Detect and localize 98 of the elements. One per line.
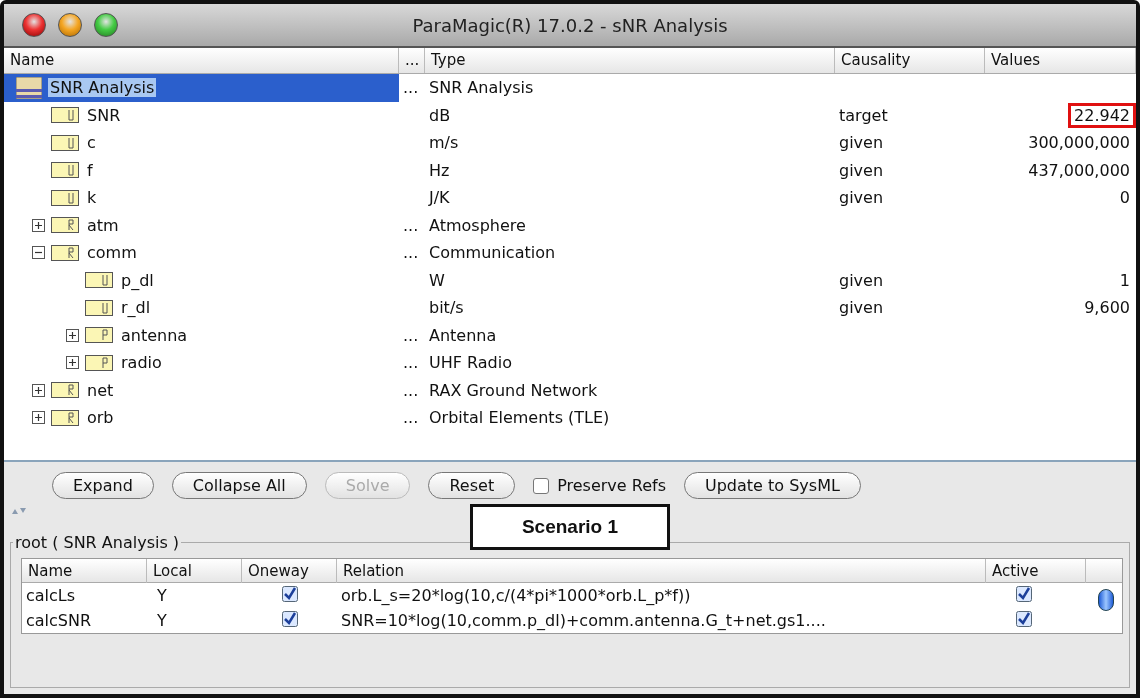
table-icon xyxy=(16,76,42,99)
column-header[interactable]: Causality xyxy=(835,48,985,73)
type-text: Hz xyxy=(428,160,451,180)
toolbar-button[interactable]: Expand xyxy=(52,472,154,499)
type-text: bit/s xyxy=(428,298,465,318)
column-header[interactable]: Oneway xyxy=(242,559,337,583)
callout-label: Scenario 1 xyxy=(470,504,670,550)
tree-item[interactable]: k xyxy=(85,188,99,208)
expand-icon[interactable] xyxy=(32,383,45,397)
checkbox[interactable] xyxy=(281,585,298,602)
type-text: dB xyxy=(428,105,452,125)
collapse-icon[interactable] xyxy=(32,246,45,260)
more-marker: ... xyxy=(402,243,420,263)
value-icon xyxy=(51,107,79,124)
causality-text: target xyxy=(838,105,889,125)
column-header[interactable]: Name xyxy=(4,48,399,73)
value-icon xyxy=(85,299,113,316)
table-cell-text: SNR=10*log(10,comm.p_dl)+comm.antenna.G_t+net.gs1.... xyxy=(340,611,827,630)
checkbox[interactable] xyxy=(281,610,298,627)
tree-item[interactable]: p_dl xyxy=(119,270,156,290)
causality-text: given xyxy=(838,160,885,180)
type-text: W xyxy=(428,270,446,290)
type-text: J/K xyxy=(427,188,451,208)
table-cell-text: Y xyxy=(156,611,168,630)
table-cell-text: calcLs xyxy=(25,586,77,605)
table-cell-text: Y xyxy=(156,586,168,605)
column-header[interactable]: Type xyxy=(425,48,835,73)
type-text: Communication xyxy=(428,243,557,263)
expand-icon[interactable] xyxy=(66,328,79,342)
type-text: SNR Analysis xyxy=(428,78,535,98)
update-button[interactable]: Update to SysML xyxy=(684,472,861,499)
more-marker: ... xyxy=(402,408,420,428)
block-icon xyxy=(51,409,79,426)
tree-item[interactable]: comm xyxy=(85,243,139,263)
more-marker: ... xyxy=(402,215,420,235)
window-title: ParaMagic(R) 17.0.2 - sNR Analysis xyxy=(412,14,728,36)
type-text: Antenna xyxy=(428,325,498,345)
value-text: 0 xyxy=(1118,187,1131,210)
column-header[interactable]: Local xyxy=(147,559,242,583)
tree-item[interactable]: atm xyxy=(85,215,121,235)
value-icon xyxy=(51,162,79,179)
highlighted-value: 22.942 xyxy=(1068,102,1136,128)
value-text: 1 xyxy=(1118,269,1131,292)
column-header[interactable]: ... xyxy=(399,48,425,73)
column-header[interactable]: Name xyxy=(22,559,147,583)
tree-item[interactable]: net xyxy=(85,380,116,400)
group-legend: root ( SNR Analysis ) xyxy=(13,533,182,552)
tree-item[interactable]: radio xyxy=(119,353,164,373)
type-text: UHF Radio xyxy=(428,353,513,373)
value-text: 300,000,000 xyxy=(1027,132,1131,155)
more-marker: ... xyxy=(402,78,420,98)
checkbox[interactable] xyxy=(1016,610,1032,627)
causality-text: given xyxy=(838,270,885,290)
table-cell-text: calcSNR xyxy=(25,611,93,630)
value-text: 9,600 xyxy=(1083,297,1131,320)
minimize-button[interactable] xyxy=(58,13,82,37)
more-marker: ... xyxy=(402,325,420,345)
type-text: m/s xyxy=(428,133,460,153)
tree-item[interactable]: orb xyxy=(85,408,116,428)
tree-item[interactable]: antenna xyxy=(119,325,190,345)
tree-item[interactable]: SNR Analysis xyxy=(48,78,157,98)
type-text: Atmosphere xyxy=(428,215,527,235)
checkbox[interactable] xyxy=(533,477,550,494)
column-header[interactable]: Active xyxy=(986,559,1086,583)
part-icon xyxy=(85,354,113,371)
tree-item[interactable]: c xyxy=(85,133,98,153)
type-text: RAX Ground Network xyxy=(428,380,599,400)
causality-text: given xyxy=(838,188,885,208)
zoom-button[interactable] xyxy=(94,13,118,37)
tree-item[interactable]: r_dl xyxy=(119,298,153,318)
tree-item[interactable]: f xyxy=(85,160,95,180)
toolbar-button[interactable]: Reset xyxy=(428,472,516,499)
table-cell-text: orb.L_s=20*log(10,c/(4*pi*1000*orb.L_p*f)) xyxy=(340,586,692,605)
type-text: Orbital Elements (TLE) xyxy=(428,408,611,428)
more-marker: ... xyxy=(402,380,420,400)
scrollbar-thumb[interactable] xyxy=(1098,589,1114,611)
column-header[interactable]: Relation xyxy=(337,559,986,583)
block-icon xyxy=(51,217,79,234)
value-icon xyxy=(51,134,79,151)
more-marker: ... xyxy=(402,353,420,373)
expand-icon[interactable] xyxy=(32,411,45,425)
expand-icon[interactable] xyxy=(32,218,45,232)
causality-text: given xyxy=(838,133,885,153)
column-header[interactable]: Values xyxy=(985,48,1136,73)
part-icon xyxy=(85,327,113,344)
checkbox[interactable] xyxy=(1016,585,1032,602)
toolbar-button[interactable]: Collapse All xyxy=(171,472,307,499)
block-icon xyxy=(51,382,79,399)
close-button[interactable] xyxy=(22,13,46,37)
value-text: 437,000,000 xyxy=(1027,159,1131,182)
value-icon xyxy=(51,189,79,206)
value-icon xyxy=(85,272,113,289)
tree-item[interactable]: SNR xyxy=(85,105,123,125)
block-icon xyxy=(51,244,79,261)
checkbox-label[interactable]: Preserve Refs xyxy=(557,476,666,495)
causality-text: given xyxy=(838,298,885,318)
selected-row[interactable]: SNR Analysis xyxy=(4,74,399,102)
expand-icon[interactable] xyxy=(66,356,79,370)
